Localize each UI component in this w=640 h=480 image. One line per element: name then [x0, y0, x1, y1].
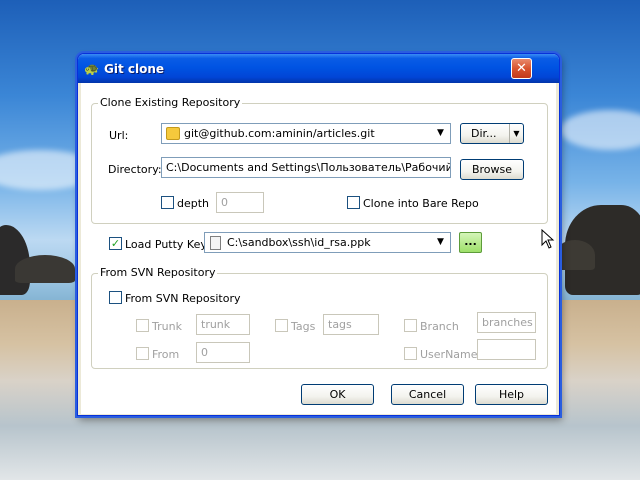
git-turtle-icon: 🐢 [84, 62, 99, 76]
branch-checkbox[interactable] [404, 319, 417, 332]
username-input[interactable] [477, 339, 536, 360]
dir-button-label: Dir... [471, 127, 497, 140]
cancel-button[interactable]: Cancel [391, 384, 464, 405]
from-svn-checkbox[interactable] [109, 291, 122, 304]
bare-repo-checkbox[interactable] [347, 196, 360, 209]
tags-checkbox[interactable] [275, 319, 288, 332]
trunk-label: Trunk [152, 320, 182, 333]
username-checkbox[interactable] [404, 347, 417, 360]
depth-checkbox[interactable] [161, 196, 174, 209]
putty-key-browse-button[interactable]: ... [459, 232, 482, 253]
rock [15, 255, 75, 283]
chevron-down-icon[interactable]: ▼ [432, 234, 449, 251]
url-value: git@github.com:aminin/articles.git [184, 127, 375, 140]
branch-label: Branch [420, 320, 459, 333]
username-label: UserName [420, 348, 478, 361]
help-button[interactable]: Help [475, 384, 548, 405]
close-button[interactable]: ✕ [511, 58, 532, 79]
dialog-client-area: Clone Existing Repository Url: git@githu… [81, 83, 556, 414]
load-putty-key-label: Load Putty Key [125, 238, 207, 251]
mouse-pointer-icon [541, 229, 555, 249]
from-revision-label: From [152, 348, 180, 361]
from-revision-input[interactable]: 0 [196, 342, 250, 363]
tags-input[interactable]: tags [323, 314, 379, 335]
git-clone-dialog: 🐢 Git clone ✕ Clone Existing Repository … [77, 53, 560, 416]
putty-key-combobox[interactable]: C:\sandbox\ssh\id_rsa.ppk ▼ [204, 232, 451, 253]
directory-label: Directory: [108, 163, 162, 176]
rock [555, 240, 595, 270]
dir-button[interactable]: Dir... ▼ [460, 123, 524, 144]
key-file-icon [210, 236, 221, 250]
chevron-down-icon[interactable]: ▼ [432, 125, 449, 142]
group-title: From SVN Repository [98, 266, 218, 279]
putty-key-value: C:\sandbox\ssh\id_rsa.ppk [227, 236, 371, 249]
load-putty-key-checkbox[interactable]: ✓ [109, 237, 122, 250]
cloud [560, 110, 640, 150]
url-label: Url: [109, 129, 129, 142]
depth-input[interactable]: 0 [216, 192, 264, 213]
tags-label: Tags [291, 320, 316, 333]
depth-label: depth [177, 197, 210, 210]
folder-icon [166, 127, 180, 140]
url-combobox[interactable]: git@github.com:aminin/articles.git ▼ [161, 123, 451, 144]
window-title: Git clone [104, 62, 165, 76]
directory-input[interactable]: C:\Documents and Settings\Пользователь\Р… [161, 157, 451, 178]
chevron-down-icon[interactable]: ▼ [509, 124, 523, 143]
bare-repo-label: Clone into Bare Repo [363, 197, 479, 210]
group-title: Clone Existing Repository [98, 96, 243, 109]
ok-button[interactable]: OK [301, 384, 374, 405]
browse-button[interactable]: Browse [460, 159, 524, 180]
title-bar[interactable]: 🐢 Git clone ✕ [78, 54, 559, 83]
trunk-input[interactable]: trunk [196, 314, 250, 335]
from-revision-checkbox[interactable] [136, 347, 149, 360]
from-svn-label: From SVN Repository [125, 292, 241, 305]
trunk-checkbox[interactable] [136, 319, 149, 332]
branch-input[interactable]: branches [477, 312, 536, 333]
